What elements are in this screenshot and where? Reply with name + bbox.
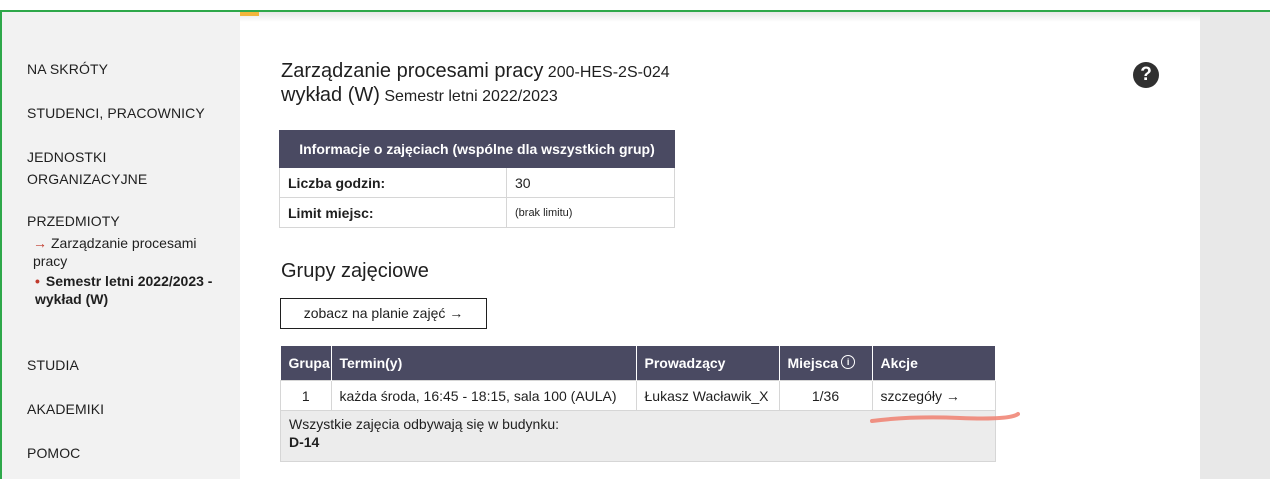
sidebar-item-units-line2[interactable]: ORGANIZACYJNE [27, 171, 147, 187]
col-header-places: Miejsca i [779, 346, 873, 381]
sidebar-item-dorms[interactable]: AKADEMIKI [27, 401, 104, 417]
right-margin [1200, 12, 1270, 479]
groups-table: Grupa Termin(y) Prowadzący Miejsca i Akcj… [280, 346, 996, 462]
sidebar-item-studies[interactable]: STUDIA [27, 357, 79, 373]
view-schedule-button[interactable]: zobacz na planie zajęć → [280, 298, 487, 329]
info-table-heading: Informacje o zajęciach (wspólne dla wszy… [279, 130, 675, 168]
info-label: Limit miejsc: [279, 197, 507, 228]
info-value: (brak limitu) [506, 197, 675, 228]
info-circle-icon[interactable]: i [841, 355, 856, 369]
table-row: Liczba godzin: 30 [279, 167, 675, 198]
arrow-right-icon: → [33, 235, 47, 251]
building-code: D-14 [289, 434, 320, 450]
sidebar-sub-course-link[interactable]: → Zarządzanie procesami pracy [33, 234, 213, 270]
sidebar-item-shortcuts[interactable]: NA SKRÓTY [27, 61, 108, 77]
info-value: 30 [506, 167, 675, 198]
top-shadow [240, 12, 1200, 22]
sidebar-sub-current: • Semestr letni 2022/2023 - wykład (W) [35, 273, 213, 307]
table-row: Limit miejsc: (brak limitu) [279, 197, 675, 228]
course-title: Zarządzanie procesami pracy [281, 60, 544, 82]
col-header-actions: Akcje [872, 346, 996, 381]
col-header-teacher: Prowadzący [636, 346, 780, 381]
page-title: Zarządzanie procesami pracy 200-HES-2S-0… [281, 60, 670, 108]
annotation-highlight [870, 412, 1020, 423]
cell-teacher: Łukasz Wacławik_X [635, 380, 780, 411]
course-type: wykład (W) [281, 84, 380, 106]
cell-term: każda środa, 16:45 - 18:15, sala 100 (AU… [330, 380, 637, 411]
course-code: 200-HES-2S-024 [547, 64, 670, 81]
sidebar-item-help[interactable]: POMOC [27, 445, 80, 461]
sidebar-item-courses[interactable]: PRZEDMIOTY [27, 213, 120, 229]
sidebar: NA SKRÓTY STUDENCI, PRACOWNICY JEDNOSTKI… [2, 12, 240, 479]
bullet-icon: • [35, 273, 40, 289]
info-label: Liczba godzin: [279, 167, 507, 198]
cell-group: 1 [280, 380, 332, 411]
cell-places: 1/36 [778, 380, 873, 411]
groups-heading: Grupy zajęciowe [281, 260, 429, 282]
sidebar-item-students-staff[interactable]: STUDENCI, PRACOWNICY [27, 105, 205, 121]
sidebar-item-units-line1[interactable]: JEDNOSTKI [27, 149, 106, 165]
col-header-group: Grupa [280, 346, 332, 381]
col-header-term: Termin(y) [331, 346, 637, 381]
question-circle-icon[interactable]: ? [1133, 62, 1159, 88]
info-table: Informacje o zajęciach (wspólne dla wszy… [279, 130, 675, 228]
table-row: 1 każda środa, 16:45 - 18:15, sala 100 (… [280, 380, 996, 411]
details-link[interactable]: szczegóły → [871, 380, 996, 411]
course-semester: Semestr letni 2022/2023 [384, 88, 558, 105]
